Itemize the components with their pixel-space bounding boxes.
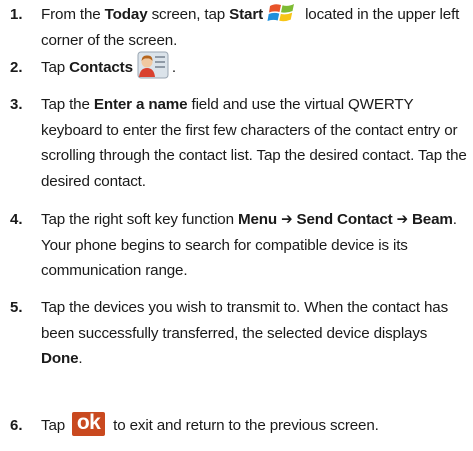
contacts-icon [135, 50, 171, 80]
step-text: Tap ok to exit and return to the previou… [41, 411, 379, 437]
step-text: From the Today screen, tap Start located… [41, 2, 471, 53]
step-number: 1. [10, 6, 23, 23]
step-number: 5. [10, 299, 23, 316]
step-number: 6. [10, 417, 23, 434]
step-text: Tap the right soft key function Menu ➔ S… [41, 211, 457, 279]
windows-start-icon [267, 0, 299, 26]
step-text: Tap the devices you wish to transmit to.… [41, 299, 449, 367]
step-number: 4. [10, 211, 23, 228]
bold-term: Enter a name [93, 96, 188, 113]
bold-term: Done [41, 350, 79, 367]
ok-button-icon: ok [72, 412, 106, 437]
step-number: 3. [10, 96, 23, 113]
step-text: Tap the Enter a name field and use the v… [41, 96, 467, 190]
bold-term: Today [104, 6, 148, 23]
step-text: Tap Contacts. [41, 51, 471, 81]
bold-term: Start [229, 6, 263, 23]
bold-term: Contacts [69, 59, 133, 76]
instruction-page: 1. From the Today screen, tap Start loca… [0, 0, 473, 451]
step-number: 2. [10, 59, 23, 76]
bold-term: Menu ➔ Send Contact ➔ Beam [237, 211, 453, 228]
